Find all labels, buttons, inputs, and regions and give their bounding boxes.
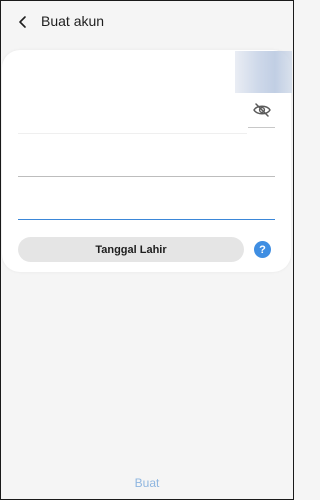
chevron-left-icon (19, 16, 26, 28)
eye-off-icon (253, 103, 271, 117)
obscured-image-strip (235, 51, 292, 93)
create-button-label: Buat (134, 476, 160, 490)
obscured-field-label (21, 198, 57, 212)
password-underline (248, 127, 275, 128)
obscured-content-area (18, 63, 247, 134)
app-header: Buat akun (0, 0, 294, 44)
birthdate-button[interactable]: Tanggal Lahir (18, 237, 244, 262)
page-title: Buat akun (41, 13, 105, 29)
create-button[interactable]: Buat (117, 472, 177, 494)
help-button[interactable]: ? (254, 241, 271, 258)
help-icon: ? (259, 243, 266, 256)
obscured-field-label (21, 156, 57, 170)
birthdate-button-label: Tanggal Lahir (95, 243, 167, 256)
password-visibility-toggle[interactable] (249, 98, 275, 122)
back-button[interactable] (12, 11, 34, 33)
